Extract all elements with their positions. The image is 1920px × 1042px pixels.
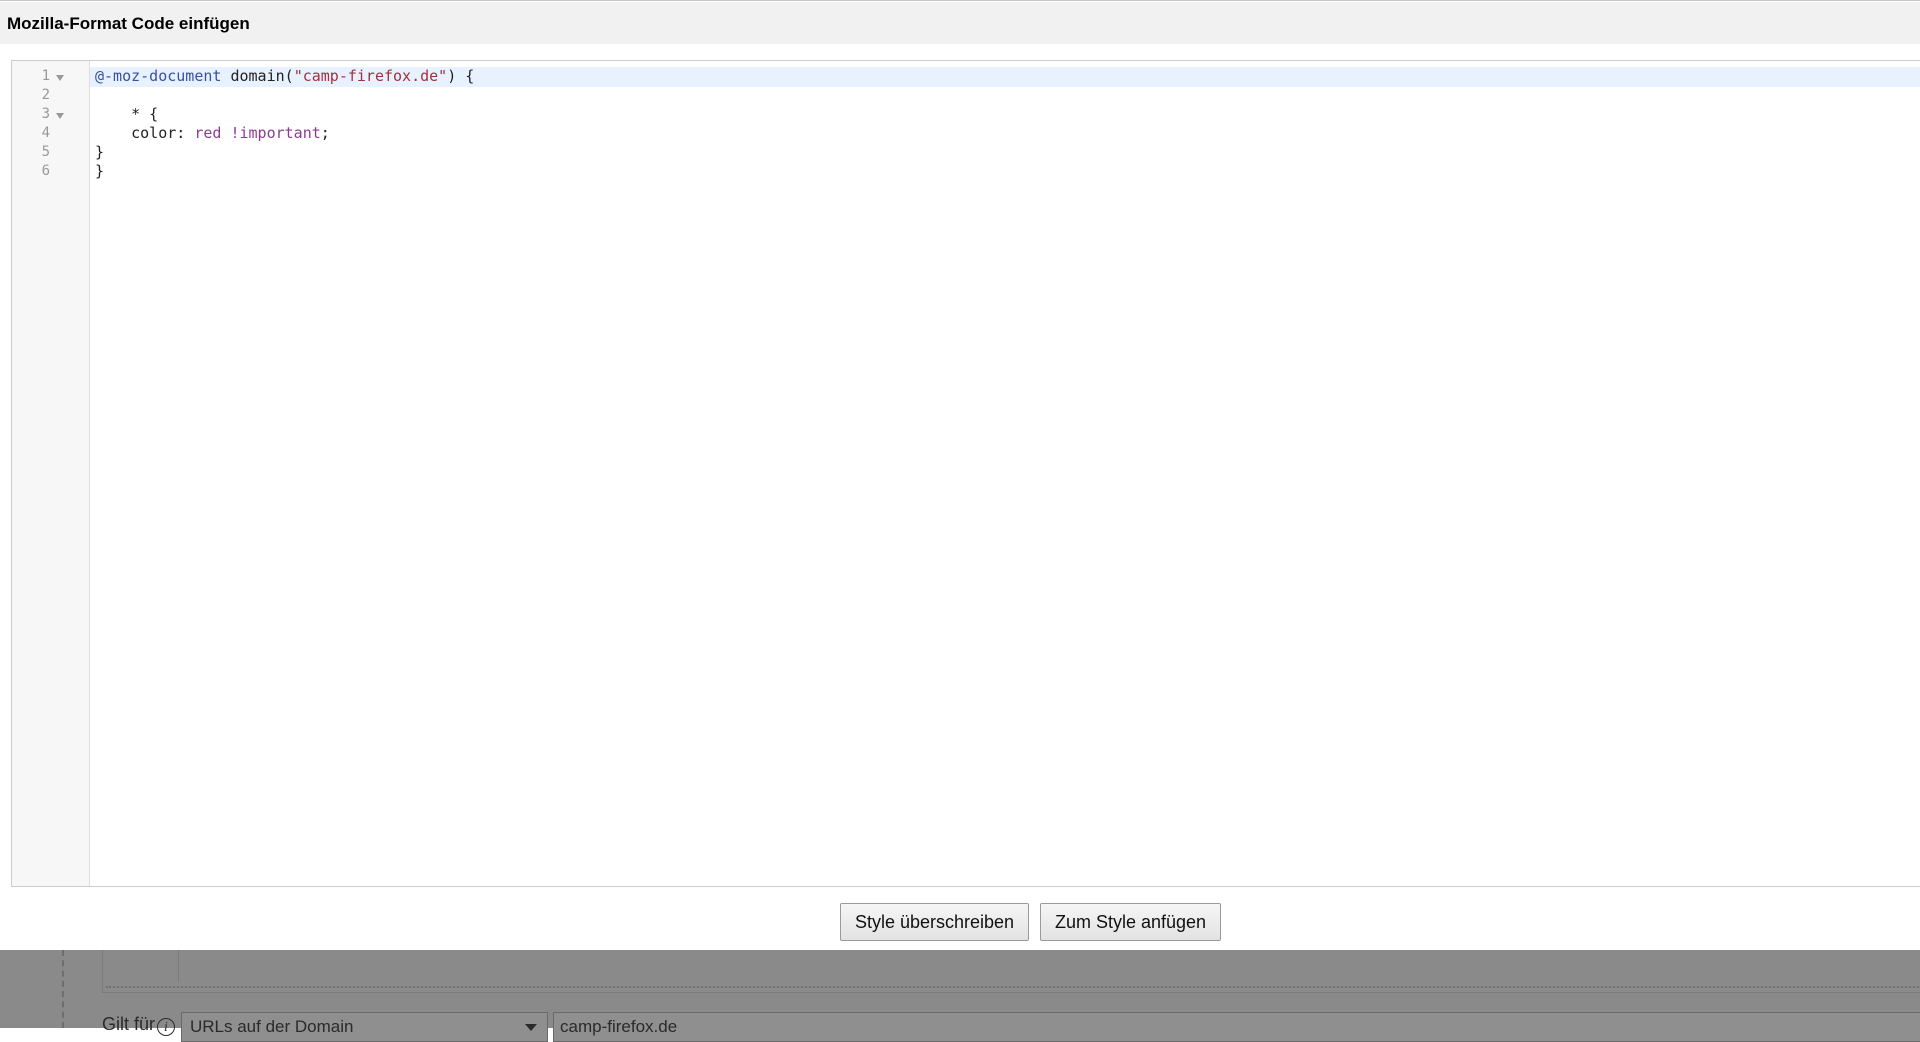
applies-to-select-value: URLs auf der Domain (190, 1017, 354, 1036)
code-line-1: @-moz-document domain("camp-firefox.de")… (95, 67, 474, 86)
code-editor[interactable]: 1 2 3 4 5 6 @-moz-document domain("camp-… (11, 60, 1920, 887)
background-editor-gutter (178, 950, 179, 982)
line-number: 1 (41, 68, 50, 84)
code-line-4: color: red !important; (95, 124, 330, 143)
code-string: "camp-firefox.de" (293, 67, 448, 85)
import-dialog: Mozilla-Format Code einfügen 1 2 3 4 5 6… (0, 0, 1920, 950)
code-line-3: * { (95, 105, 159, 123)
code-property: color: (95, 124, 195, 142)
line-number: 6 (41, 163, 50, 179)
applies-to-label: Gilt für (102, 1014, 156, 1034)
line-number: 4 (41, 125, 50, 141)
code-function: domain( (221, 67, 294, 85)
code-punctuation: ) { (447, 67, 475, 85)
code-punctuation: ; (320, 124, 330, 142)
dialog-button-row: Style überschreiben Zum Style anfügen (0, 903, 1920, 941)
applies-to-select: URLs auf der Domain (181, 1012, 548, 1042)
line-number: 5 (41, 144, 50, 160)
overwrite-style-button[interactable]: Style überschreiben (840, 903, 1029, 941)
applies-to-value-input: camp-firefox.de (553, 1012, 1920, 1042)
line-number: 3 (41, 106, 50, 122)
dialog-title: Mozilla-Format Code einfügen (7, 14, 250, 33)
code-value: red !important (194, 124, 321, 142)
background-resize-handle (106, 986, 1920, 988)
line-number-gutter: 1 2 3 4 5 6 (12, 61, 90, 886)
background-section-border (62, 950, 64, 1028)
code-line-6: } (95, 162, 105, 180)
code-at-rule: @-moz-document (95, 67, 222, 85)
line-number: 2 (41, 87, 50, 103)
fold-arrow-icon[interactable] (56, 75, 64, 81)
append-to-style-button[interactable]: Zum Style anfügen (1040, 903, 1221, 941)
fold-arrow-icon[interactable] (56, 113, 64, 119)
code-line-5: } (95, 143, 105, 161)
dialog-title-bar: Mozilla-Format Code einfügen (0, 2, 1920, 44)
info-icon: i (157, 1018, 175, 1036)
